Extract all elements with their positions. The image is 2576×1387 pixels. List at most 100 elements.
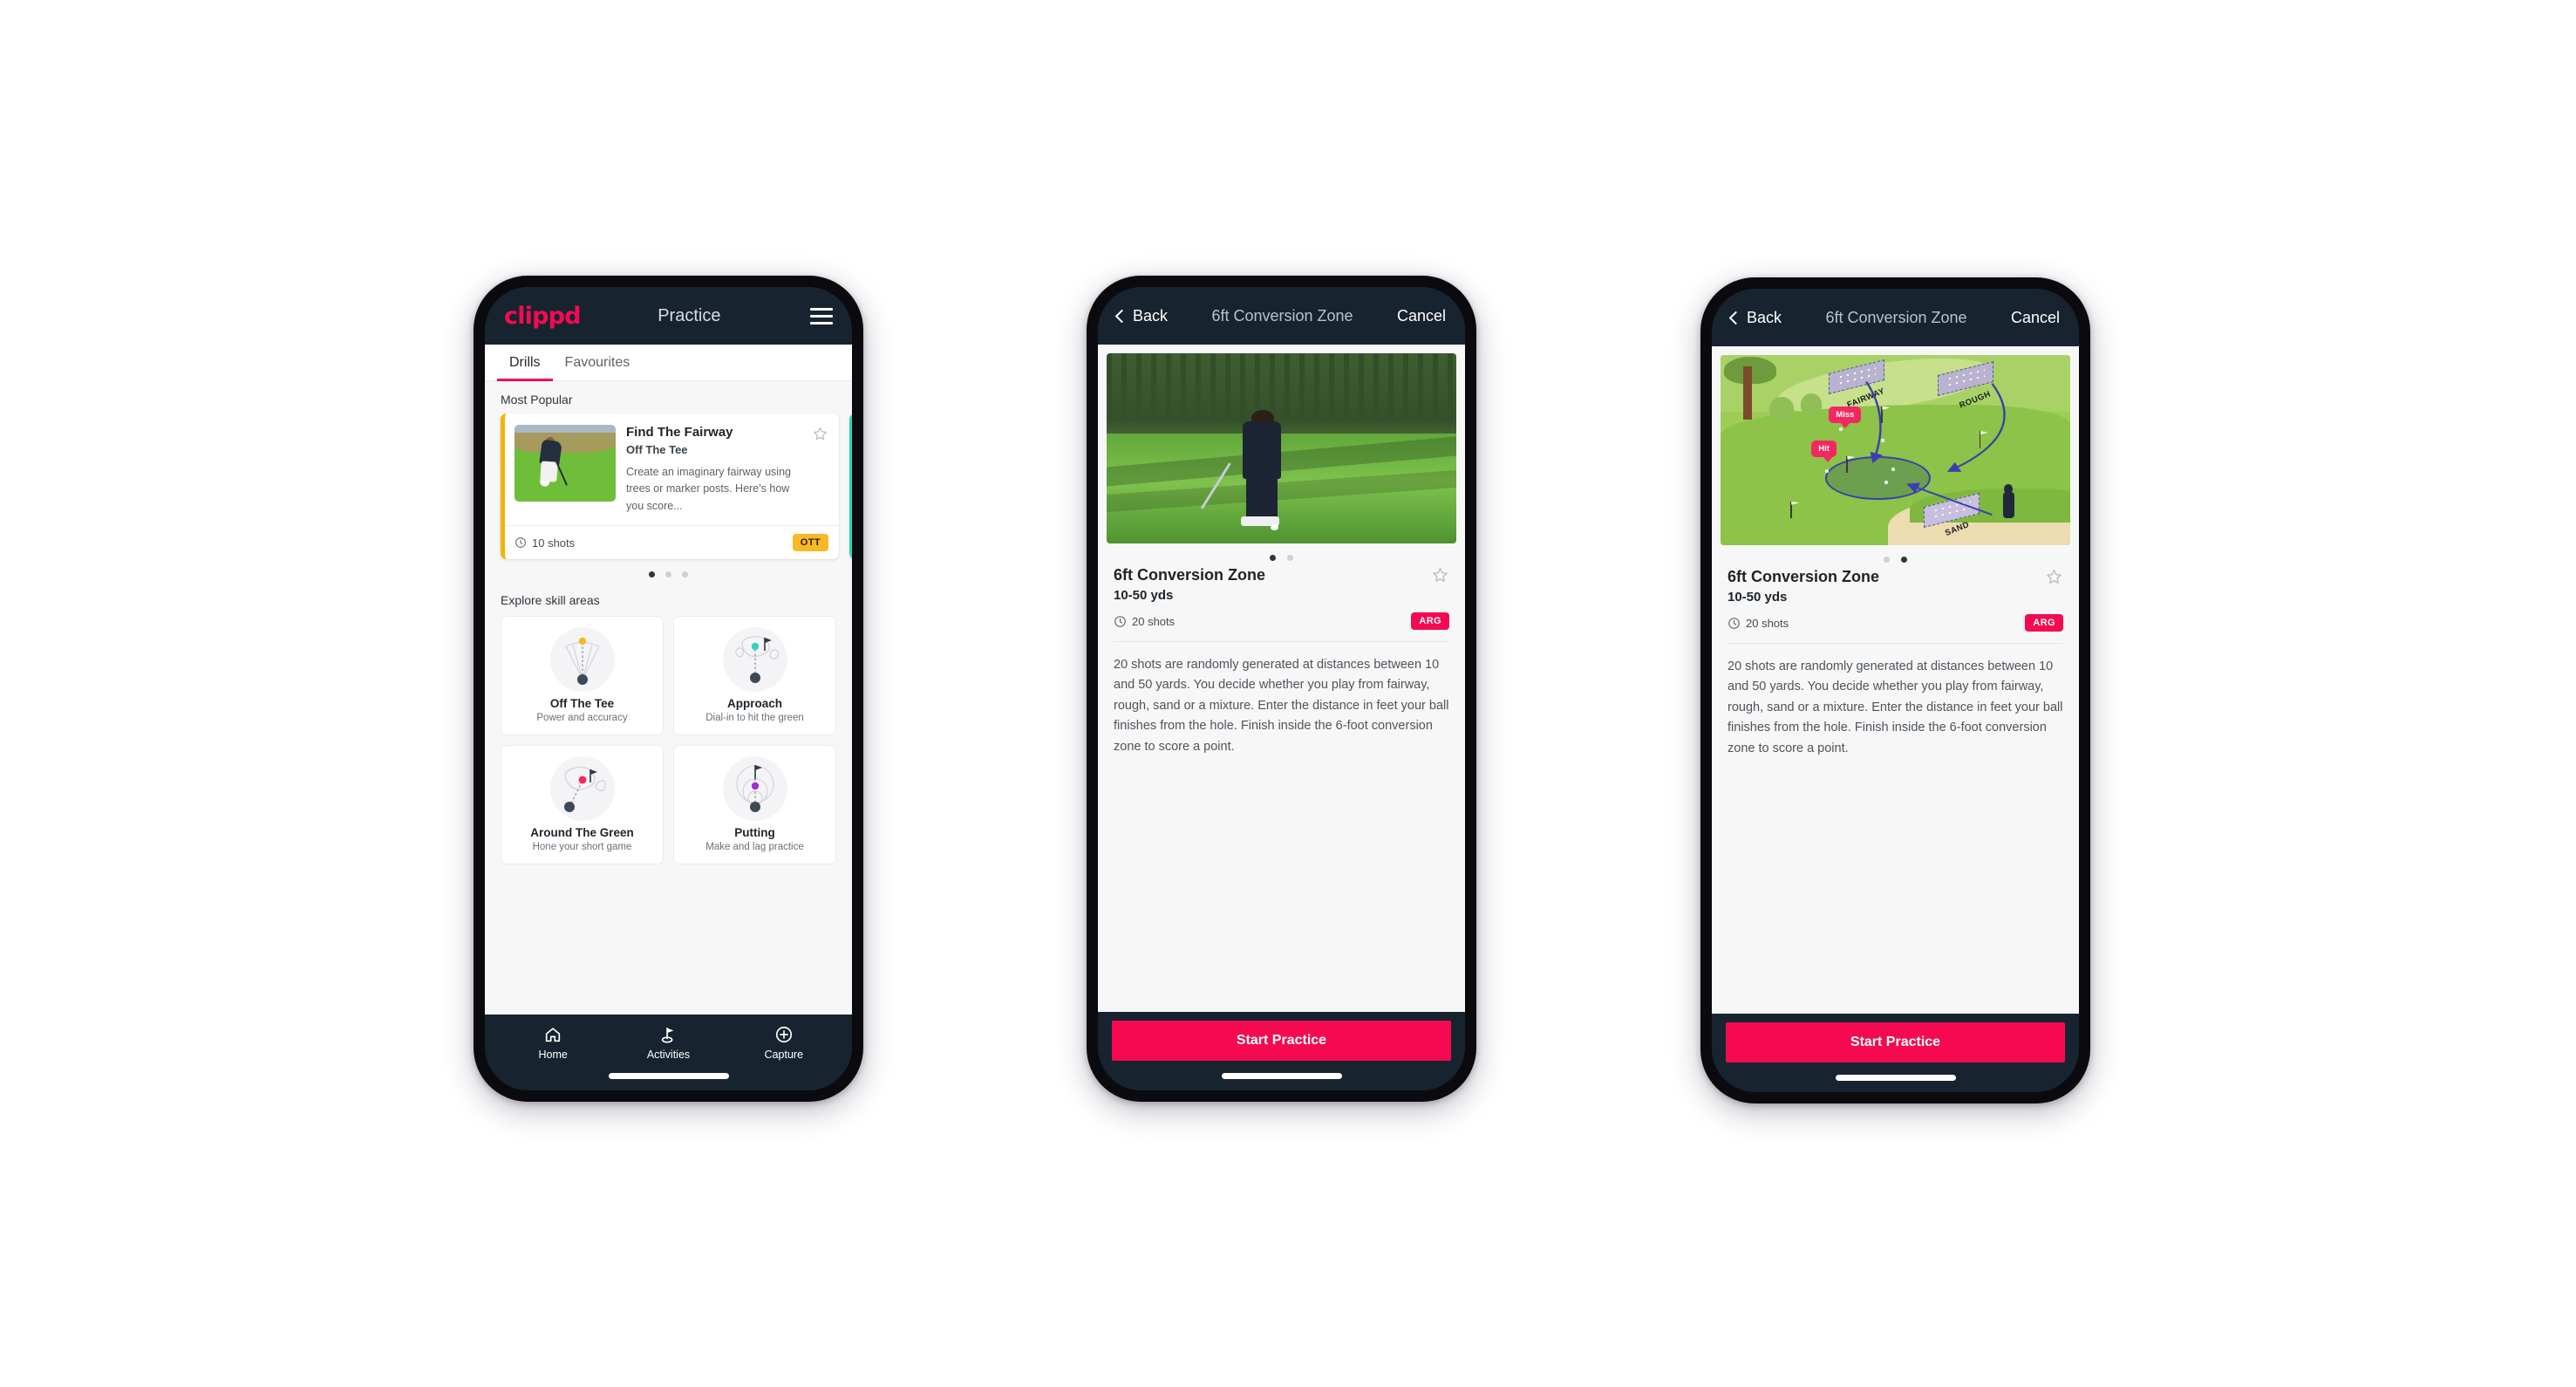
- star-outline-icon[interactable]: [812, 426, 828, 442]
- shots-count: 20 shots: [1114, 615, 1175, 628]
- drill-thumbnail: [515, 425, 616, 502]
- skill-badge-arg: ARG: [1411, 612, 1449, 630]
- nav-title: 6ft Conversion Zone: [1211, 306, 1353, 325]
- phone2-screen: Back 6ft Conversion Zone Cancel 6ft Conv…: [1098, 287, 1465, 1090]
- shots-label: 10 shots: [532, 536, 576, 550]
- detail-body: 6ft Conversion Zone 10-50 yds 20 shots A…: [1098, 345, 1465, 1012]
- skill-name: Off The Tee: [549, 697, 615, 711]
- star-outline-icon[interactable]: [1431, 566, 1449, 584]
- detail-body: FAIRWAY ROUGH SAND Miss Hit 6ft Conversi…: [1712, 346, 2079, 1014]
- start-practice-button[interactable]: Start Practice: [1726, 1022, 2065, 1062]
- phone-mockup-drill-detail-diagram: Back 6ft Conversion Zone Cancel FAIRWAY …: [1700, 277, 2090, 1103]
- green-target-icon: [722, 627, 787, 693]
- skill-badge-ott: OTT: [792, 534, 828, 552]
- skill-card-approach[interactable]: Approach Dial-in to hit the green: [673, 616, 836, 736]
- shot-path-arrows: [1865, 381, 2006, 516]
- nav-bar: Back 6ft Conversion Zone Cancel: [1712, 289, 2079, 346]
- skill-card-putting[interactable]: Putting Make and lag practice: [673, 745, 836, 865]
- nav-bar: Back 6ft Conversion Zone Cancel: [1098, 287, 1465, 345]
- skill-card-around-the-green[interactable]: Around The Green Hone your short game: [501, 745, 664, 865]
- home-indicator: [1835, 1075, 1956, 1081]
- plus-circle-icon: [775, 1026, 792, 1043]
- drill-card[interactable]: Find The Fairway Off The Tee Create an i…: [501, 413, 839, 560]
- tee-fan-icon: [549, 627, 615, 693]
- detail-range: 10-50 yds: [1114, 588, 1174, 603]
- detail-stats: 20 shots ARG: [1728, 614, 2063, 644]
- carousel-dot[interactable]: [1270, 555, 1276, 561]
- golfer-chipping-photo[interactable]: [1107, 353, 1456, 543]
- practice-screen-body: Drills Favourites Most Popular Find The …: [485, 345, 852, 1015]
- drill-card-footer: 10 shots OTT: [505, 525, 839, 559]
- home-indicator: [1221, 1073, 1342, 1079]
- skill-card-off-the-tee[interactable]: Off The Tee Power and accuracy: [501, 616, 664, 736]
- skill-desc: Hone your short game: [532, 842, 632, 853]
- tab-bar: Drills Favourites: [485, 345, 852, 381]
- drill-carousel[interactable]: Find The Fairway Off The Tee Create an i…: [485, 413, 852, 560]
- skill-name: Putting: [734, 826, 775, 840]
- cancel-button[interactable]: Cancel: [1397, 307, 1446, 325]
- skill-badge-arg: ARG: [2025, 614, 2063, 632]
- carousel-dot[interactable]: [665, 571, 671, 578]
- carousel-dot[interactable]: [682, 571, 688, 578]
- chevron-left-icon: [1728, 311, 1743, 325]
- tab-drills[interactable]: Drills: [497, 345, 553, 381]
- page-title: Practice: [658, 305, 721, 325]
- most-popular-heading: Most Popular: [501, 393, 573, 407]
- skill-desc: Dial-in to hit the green: [705, 713, 804, 724]
- chip-green-icon: [549, 756, 615, 822]
- back-button[interactable]: Back: [1728, 308, 1782, 327]
- hero-wrap: [1098, 345, 1465, 543]
- carousel-dot[interactable]: [649, 571, 655, 578]
- green-diagram-illustration[interactable]: FAIRWAY ROUGH SAND Miss Hit: [1721, 355, 2070, 545]
- nav-item-activities[interactable]: Activities: [610, 1025, 726, 1061]
- detail-head: 6ft Conversion Zone 10-50 yds 20 shots A…: [1712, 566, 2079, 644]
- shots-count: 20 shots: [1728, 617, 1789, 630]
- golf-flag-icon: [662, 1027, 674, 1043]
- carousel-dot[interactable]: [1287, 555, 1293, 561]
- hero-carousel-dots: [1712, 545, 2079, 566]
- cancel-button[interactable]: Cancel: [2011, 309, 2060, 327]
- skill-name: Approach: [726, 697, 782, 711]
- hamburger-icon[interactable]: [810, 307, 833, 325]
- chevron-left-icon: [1114, 309, 1129, 323]
- home-indicator: [608, 1073, 729, 1079]
- putting-rings-icon: [722, 756, 787, 822]
- phone-mockup-practice-list: clippd Practice Drills Favourites Most P…: [474, 276, 863, 1102]
- tab-favourites[interactable]: Favourites: [553, 345, 643, 380]
- detail-title: 6ft Conversion Zone: [1728, 568, 1880, 585]
- drill-card-next-peek[interactable]: [849, 413, 852, 560]
- home-icon: [545, 1028, 561, 1042]
- nav-item-home[interactable]: Home: [495, 1025, 610, 1061]
- clock-icon: [1728, 617, 1740, 629]
- hero-wrap: FAIRWAY ROUGH SAND Miss Hit: [1712, 346, 2079, 545]
- drill-subtitle: Off The Tee: [626, 443, 688, 456]
- hit-pill: Hit: [1811, 441, 1837, 463]
- nav-label: Capture: [764, 1049, 804, 1061]
- star-outline-icon[interactable]: [2045, 568, 2063, 586]
- nav-item-capture[interactable]: Capture: [726, 1025, 842, 1061]
- carousel-dot[interactable]: [1884, 557, 1890, 563]
- back-label: Back: [1747, 308, 1782, 326]
- carousel-dot[interactable]: [1901, 557, 1907, 563]
- skill-desc: Power and accuracy: [536, 713, 628, 724]
- skill-areas-heading: Explore skill areas: [501, 593, 600, 608]
- back-button[interactable]: Back: [1114, 307, 1168, 325]
- detail-title-row: 6ft Conversion Zone 10-50 yds: [1728, 568, 2063, 605]
- clock-icon: [515, 537, 526, 548]
- nav-label: Activities: [646, 1049, 691, 1061]
- detail-head: 6ft Conversion Zone 10-50 yds 20 shots A…: [1098, 564, 1465, 642]
- shots-label: 20 shots: [1132, 614, 1176, 628]
- detail-title: 6ft Conversion Zone: [1114, 566, 1266, 584]
- carousel-dots: [485, 559, 852, 586]
- miss-pill: Miss: [1829, 406, 1862, 428]
- detail-range: 10-50 yds: [1728, 590, 1788, 605]
- hero-carousel-dots: [1098, 543, 1465, 564]
- detail-title-row: 6ft Conversion Zone 10-50 yds: [1114, 566, 1449, 603]
- skill-name: Around The Green: [530, 826, 634, 840]
- nav-label: Home: [538, 1049, 568, 1061]
- shots-count: 10 shots: [515, 536, 575, 550]
- drill-card-body: Find The Fairway Off The Tee Create an i…: [505, 413, 839, 525]
- start-practice-button[interactable]: Start Practice: [1112, 1021, 1451, 1061]
- phone3-screen: Back 6ft Conversion Zone Cancel FAIRWAY …: [1712, 289, 2079, 1092]
- drill-title: Find The Fairway: [626, 425, 733, 440]
